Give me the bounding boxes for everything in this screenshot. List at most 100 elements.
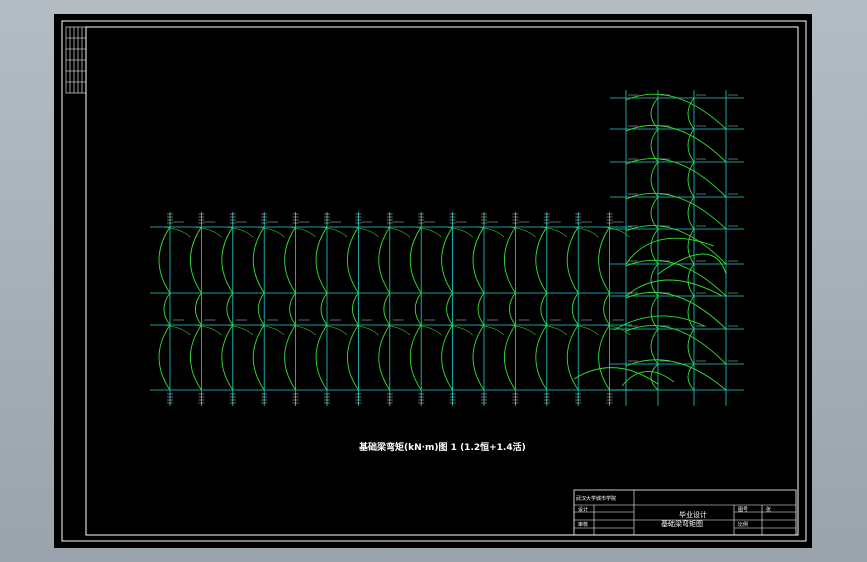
moment-curve	[650, 263, 659, 297]
moment-curve	[650, 128, 659, 163]
moment-curve	[284, 324, 296, 391]
moment-curve	[378, 226, 391, 294]
moment-curve	[252, 226, 265, 294]
moment-curve	[289, 292, 296, 326]
moment-curve	[472, 324, 485, 391]
moment-curve	[226, 226, 254, 238]
moment-curve	[650, 228, 659, 265]
moment-curve	[195, 324, 222, 336]
moment-curve	[409, 324, 422, 391]
moment-curve	[598, 324, 610, 391]
moment-curve	[477, 226, 505, 238]
moment-curve	[415, 324, 442, 336]
moment-curve	[650, 97, 659, 130]
moment-curve	[258, 324, 285, 336]
moment-curve	[252, 324, 265, 391]
moment-curve	[477, 292, 485, 326]
moment-curve	[194, 292, 202, 326]
moment-curve	[650, 328, 659, 365]
moment-curve	[504, 324, 516, 391]
moment-curve	[226, 292, 234, 326]
moment-curve	[158, 226, 171, 294]
moment-curve	[566, 324, 579, 391]
moment-curve	[163, 292, 171, 326]
moment-curve	[566, 226, 579, 294]
moment-curve	[383, 226, 411, 238]
moment-curve	[687, 228, 695, 265]
moment-curve	[163, 324, 191, 336]
moment-curve	[509, 226, 536, 238]
moment-curve	[441, 324, 453, 391]
moment-curve	[158, 324, 171, 391]
moment-curve	[446, 324, 473, 336]
moment-curve	[571, 292, 579, 326]
moment-curve	[540, 292, 548, 326]
tb-sheet-label: 张	[766, 506, 771, 513]
tb-drawing-name: 基础梁弯矩图	[661, 519, 703, 528]
moment-curve	[257, 292, 265, 326]
moment-curve	[226, 324, 254, 336]
moment-curve	[414, 292, 422, 326]
moment-curve	[378, 324, 391, 391]
moment-curve	[540, 226, 568, 238]
moment-curve	[347, 324, 359, 391]
binding-strip	[65, 26, 87, 94]
tb-review: 审核	[578, 521, 588, 528]
moment-curve	[415, 226, 442, 238]
outer-frame	[61, 20, 807, 542]
structural-drawing: 基础梁弯矩(kN·m)图 1 (1.2恒+1.4活) 武汉大学城市学院 毕业设计…	[61, 20, 807, 542]
moment-curve	[572, 226, 599, 238]
moment-curve	[621, 370, 675, 387]
moment-curve	[221, 226, 234, 294]
moment-curve	[687, 328, 695, 365]
moment-curve	[190, 324, 202, 391]
moment-curve	[650, 196, 659, 230]
moment-curve	[446, 292, 453, 326]
moment-curve	[650, 161, 659, 198]
moment-curve	[625, 158, 727, 198]
moment-curve	[195, 226, 222, 238]
moment-curve	[625, 325, 727, 365]
moment-curve	[572, 324, 599, 336]
moment-curve	[625, 237, 715, 265]
moment-curve	[598, 226, 610, 294]
moment-curve	[650, 295, 659, 330]
moment-curve	[315, 324, 328, 391]
moment-curve	[573, 367, 659, 385]
moment-curve	[383, 292, 391, 326]
moment-curve	[351, 292, 359, 326]
moment-diagram	[158, 93, 727, 391]
moment-curve	[540, 324, 568, 336]
moment-curve	[625, 291, 727, 330]
moment-curve	[289, 226, 316, 238]
moment-curve	[347, 226, 359, 294]
moment-curve	[625, 192, 727, 230]
moment-curve	[383, 324, 411, 336]
tb-school: 武汉大学城市学院	[576, 495, 616, 502]
moment-curve	[509, 324, 536, 336]
moment-curve	[258, 226, 285, 238]
moment-curve	[508, 292, 516, 326]
tb-drawing-no-label: 图号	[738, 507, 748, 513]
moment-curve	[352, 226, 379, 238]
moment-curve	[504, 226, 516, 294]
moment-curve	[320, 226, 348, 238]
moment-curve	[603, 292, 610, 326]
moment-curve	[472, 226, 485, 294]
moment-curve	[320, 324, 348, 336]
title-block: 武汉大学城市学院 毕业设计 基础梁弯矩图 设计 审核 图号 比例 张	[573, 489, 797, 536]
moment-curve	[221, 324, 234, 391]
tb-project: 毕业设计	[679, 510, 707, 519]
moment-curve	[446, 226, 473, 238]
cad-viewport[interactable]: 基础梁弯矩(kN·m)图 1 (1.2恒+1.4活) 武汉大学城市学院 毕业设计…	[54, 14, 812, 548]
drawing-title: 基础梁弯矩(kN·m)图 1 (1.2恒+1.4活)	[358, 441, 526, 453]
moment-curve	[535, 226, 548, 294]
moment-curve	[315, 226, 328, 294]
moment-curve	[352, 324, 379, 336]
moment-curve	[284, 226, 296, 294]
moment-curve	[409, 226, 422, 294]
moment-curve	[441, 226, 453, 294]
moment-curve	[190, 226, 202, 294]
moment-curve	[650, 363, 659, 391]
moment-curve	[320, 292, 328, 326]
